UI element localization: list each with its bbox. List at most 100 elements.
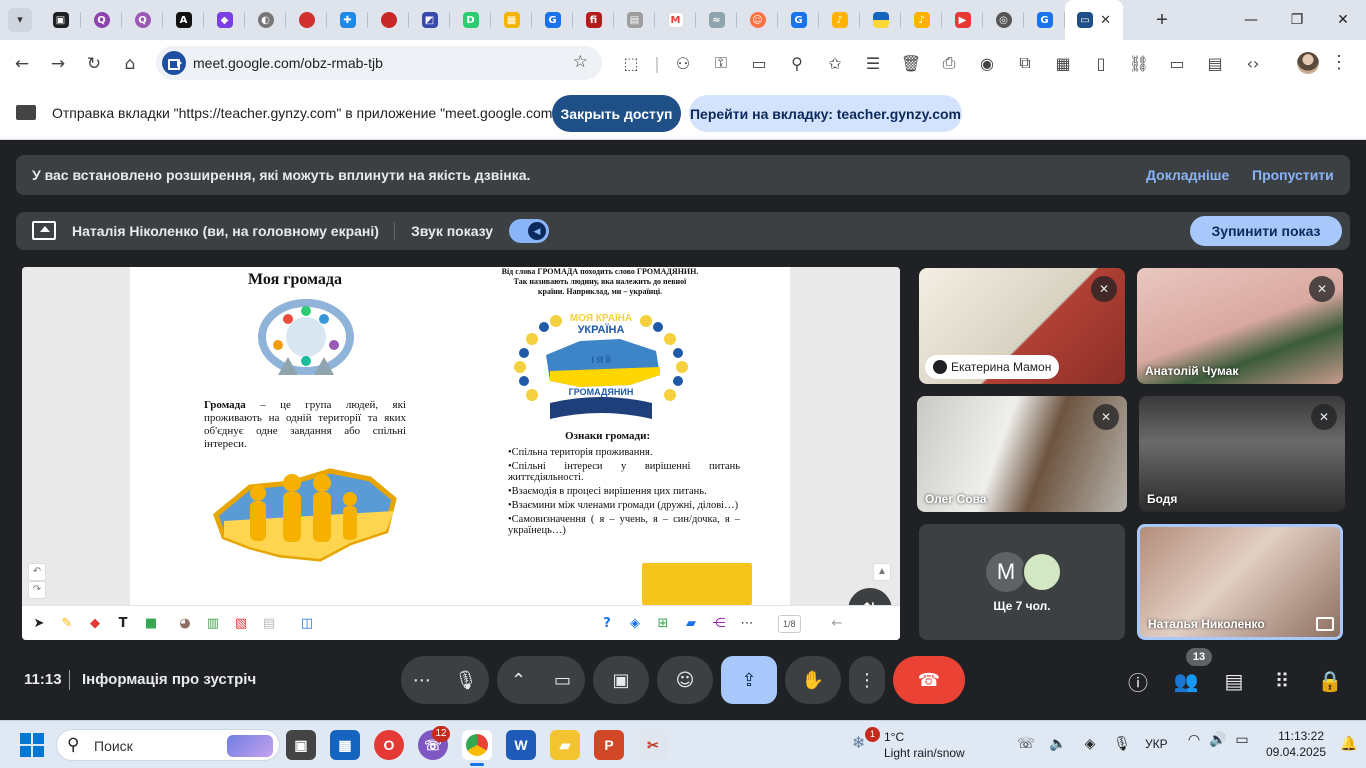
battery-icon[interactable]: ▭ bbox=[1230, 732, 1254, 748]
translate-icon[interactable]: ⧉ bbox=[1006, 53, 1044, 73]
tab[interactable]: M bbox=[655, 0, 696, 40]
share-icon[interactable]: ⋲ bbox=[710, 615, 728, 633]
tab[interactable]: G bbox=[1024, 0, 1065, 40]
dismiss-link[interactable]: Пропустити bbox=[1252, 167, 1334, 183]
tab[interactable]: D bbox=[450, 0, 491, 40]
reload-button[interactable]: ↻ bbox=[81, 51, 107, 77]
mic-icon[interactable]: 🎙 bbox=[454, 670, 477, 691]
prev-page-icon[interactable]: ← bbox=[828, 615, 846, 633]
word-icon[interactable]: W bbox=[506, 730, 536, 760]
tab[interactable]: ◆ bbox=[204, 0, 245, 40]
notifications-bell-icon[interactable]: 🔔 bbox=[1340, 736, 1357, 752]
powerpoint-icon[interactable]: P bbox=[594, 730, 624, 760]
tab[interactable]: Q bbox=[122, 0, 163, 40]
star-list-icon[interactable]: ✩ bbox=[816, 54, 854, 73]
tab[interactable]: ◐ bbox=[245, 0, 286, 40]
tab[interactable]: G bbox=[778, 0, 819, 40]
url-text[interactable]: meet.google.com/obz-rmab-tjb bbox=[193, 55, 383, 71]
maximize-button[interactable]: ❐ bbox=[1274, 0, 1320, 40]
code-icon[interactable]: ‹› bbox=[1234, 54, 1272, 73]
learn-more-link[interactable]: Докладніше bbox=[1146, 167, 1229, 183]
link-icon[interactable]: ⛓ bbox=[1120, 54, 1158, 73]
tool-icon[interactable]: ◈ bbox=[626, 615, 644, 633]
more-participants-tile[interactable]: M Ще 7 чол. bbox=[919, 524, 1125, 640]
tab[interactable]: fi bbox=[573, 0, 614, 40]
stop-sharing-button[interactable]: Закрыть доступ bbox=[552, 95, 681, 132]
language-indicator[interactable]: УКР bbox=[1145, 737, 1168, 751]
shared-screen[interactable]: Моя громада Громада – це група людей, як… bbox=[22, 267, 900, 640]
forward-button[interactable]: → bbox=[45, 51, 71, 77]
tab[interactable] bbox=[860, 0, 901, 40]
tab[interactable]: ☺ bbox=[737, 0, 778, 40]
home-button[interactable]: ⌂ bbox=[117, 51, 143, 77]
host-controls-icon[interactable]: 🔒 bbox=[1315, 666, 1345, 696]
picture-in-picture-icon[interactable] bbox=[1316, 617, 1334, 631]
participant-tile[interactable]: ✕ Анатолій Чумак bbox=[1137, 268, 1343, 384]
address-bar[interactable]: meet.google.com/obz-rmab-tjb ☆ bbox=[156, 46, 602, 80]
extensions-icon[interactable]: ⬚ bbox=[612, 54, 650, 73]
camera-icon[interactable]: ▭ bbox=[554, 670, 571, 691]
activities-icon[interactable]: ⠿ bbox=[1267, 666, 1297, 696]
tab[interactable] bbox=[286, 0, 327, 40]
pointer-icon[interactable]: ➤ bbox=[30, 615, 48, 633]
viber-tray-icon[interactable]: ☏ bbox=[1010, 736, 1042, 752]
tab[interactable]: A bbox=[163, 0, 204, 40]
tab[interactable]: G bbox=[532, 0, 573, 40]
eraser-icon[interactable]: ◆ bbox=[86, 615, 104, 633]
tab-search-button[interactable]: ▾ bbox=[8, 8, 32, 32]
help-icon[interactable]: ? bbox=[598, 615, 616, 633]
task-view-icon[interactable]: ▣ bbox=[286, 730, 316, 760]
table-icon[interactable]: ▤ bbox=[1196, 54, 1234, 73]
folder-icon[interactable]: ▰ bbox=[682, 615, 700, 633]
incognito-icon[interactable]: ⚇ bbox=[664, 54, 702, 73]
store-icon[interactable]: ▦ bbox=[330, 730, 360, 760]
reading-list-icon[interactable]: ☰ bbox=[854, 54, 892, 73]
minimize-button[interactable]: — bbox=[1228, 0, 1274, 40]
more-audio-options-icon[interactable]: ⋯ bbox=[413, 670, 431, 691]
key-icon[interactable]: ⚿ bbox=[702, 53, 740, 73]
tab[interactable]: Q bbox=[81, 0, 122, 40]
scroll-up-icon[interactable]: ▲ bbox=[873, 563, 891, 581]
redo-icon[interactable]: ↷ bbox=[28, 581, 46, 599]
participant-tile[interactable]: ✕ Екатерина Мамон bbox=[919, 268, 1125, 384]
tab[interactable] bbox=[368, 0, 409, 40]
taskbar-search[interactable]: ⚲ Поиск bbox=[56, 729, 280, 761]
menu-dots-icon[interactable]: ⋮ bbox=[1330, 52, 1348, 73]
tab[interactable]: ◩ bbox=[409, 0, 450, 40]
page-indicator[interactable]: 1/8 bbox=[778, 615, 801, 633]
more-options-button[interactable]: ⋮ bbox=[849, 656, 885, 704]
screenshot-icon[interactable]: ◉ bbox=[968, 54, 1006, 73]
tab[interactable]: ♪ bbox=[901, 0, 942, 40]
raise-hand-button[interactable]: ✋ bbox=[785, 656, 841, 704]
wifi-icon[interactable]: ◠ bbox=[1182, 732, 1206, 748]
shapes-icon[interactable]: ■ bbox=[142, 615, 160, 633]
devices-icon[interactable]: ▭ bbox=[1158, 54, 1196, 73]
self-view-tile[interactable]: Наталья Николенко bbox=[1137, 524, 1343, 640]
temperature[interactable]: 1°C bbox=[884, 730, 904, 744]
reader-mode-icon[interactable]: ▯ bbox=[1082, 54, 1120, 73]
tool-icon[interactable]: ◫ bbox=[298, 615, 316, 633]
print-icon[interactable]: ⎙ bbox=[930, 53, 968, 73]
participant-tile[interactable]: ✕ Бодя bbox=[1139, 396, 1345, 512]
snipping-tool-icon[interactable]: ✂ bbox=[638, 730, 668, 760]
tab[interactable]: ▣ bbox=[40, 0, 81, 40]
people-icon[interactable]: 👥 bbox=[1171, 666, 1201, 696]
stop-presenting-button[interactable]: Зупинити показ bbox=[1190, 216, 1342, 246]
tab[interactable]: ◎ bbox=[983, 0, 1024, 40]
tool-icon[interactable]: ▧ bbox=[232, 615, 250, 633]
reactions-button[interactable]: ☺ bbox=[657, 656, 713, 704]
qr-code-icon[interactable]: ▦ bbox=[1044, 54, 1082, 73]
add-page-icon[interactable]: ⊞ bbox=[654, 615, 672, 633]
file-explorer-icon[interactable]: ▰ bbox=[550, 730, 580, 760]
weather-description[interactable]: Light rain/snow bbox=[884, 746, 965, 760]
new-tab-button[interactable]: + bbox=[1150, 8, 1174, 32]
close-tab-icon[interactable]: ✕ bbox=[1100, 13, 1111, 28]
present-button[interactable]: ⇪ bbox=[721, 656, 777, 704]
chrome-icon[interactable] bbox=[462, 730, 492, 766]
participant-tile[interactable]: ✕ Олег Сова bbox=[917, 396, 1127, 512]
tool-icon[interactable]: ▥ bbox=[204, 615, 222, 633]
goto-shared-tab-button[interactable]: Перейти на вкладку: teacher.gynzy.com bbox=[689, 95, 962, 132]
microphone-icon[interactable]: 🎙 bbox=[1106, 736, 1138, 752]
bookmark-star-icon[interactable]: ☆ bbox=[573, 52, 588, 72]
opera-icon[interactable]: O bbox=[374, 730, 404, 760]
